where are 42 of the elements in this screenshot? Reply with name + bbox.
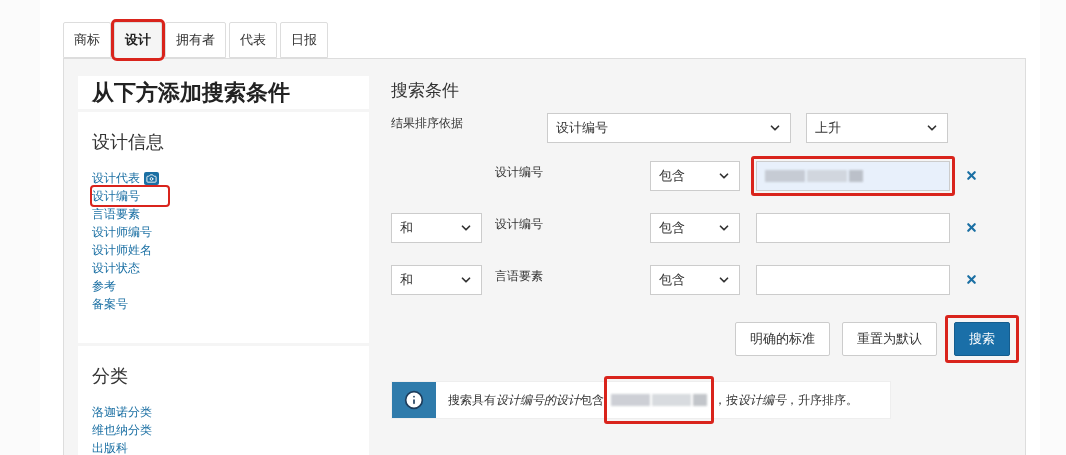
tab[interactable]: 拥有者: [165, 22, 226, 58]
value-field[interactable]: [756, 264, 950, 295]
field-label: 设计编号: [495, 163, 544, 181]
sort-order-select[interactable]: 上升: [806, 112, 948, 143]
sort-field-select[interactable]: 设计编号: [547, 112, 791, 143]
camera-icon: [144, 171, 159, 185]
operator-select[interactable]: 包含: [650, 212, 740, 243]
sort-label: 结果排序依据: [391, 114, 464, 132]
tab[interactable]: 设计: [114, 22, 162, 58]
search-button[interactable]: 搜索: [954, 321, 1010, 356]
section-title: 分类: [92, 364, 129, 388]
remove-icon[interactable]: [965, 169, 978, 182]
operator-select[interactable]: 包含: [650, 160, 740, 191]
sidebar-link[interactable]: 维也纳分类: [92, 421, 152, 439]
remove-icon[interactable]: [965, 221, 978, 234]
action-button[interactable]: 明确的标准: [735, 321, 830, 356]
operator-select[interactable]: 包含: [650, 264, 740, 295]
field-label: 言语要素: [495, 267, 544, 285]
criteria-heading: 搜索条件: [391, 79, 460, 102]
sidebar-link[interactable]: 设计状态: [92, 259, 140, 277]
conjunction-select[interactable]: 和: [391, 212, 482, 243]
info-text: ，按设计编号，升序排序。: [714, 391, 858, 409]
tab[interactable]: 商标: [63, 22, 111, 58]
sidebar-link[interactable]: 设计师姓名: [92, 241, 152, 259]
conjunction-select[interactable]: 和: [391, 264, 482, 295]
section-title: 设计信息: [92, 130, 165, 154]
sidebar-link[interactable]: 出版科: [92, 439, 128, 455]
value-field[interactable]: [756, 212, 950, 243]
sidebar-link[interactable]: 言语要素: [92, 205, 140, 223]
info-text: 搜索具有设计编号的设计包含: [448, 391, 604, 409]
sidebar-link[interactable]: 备案号: [92, 295, 128, 313]
sidebar-link[interactable]: 参考: [92, 277, 116, 295]
action-button[interactable]: 重置为默认: [842, 321, 937, 356]
remove-icon[interactable]: [965, 273, 978, 286]
sidebar-header: 从下方添加搜索条件: [78, 76, 369, 109]
field-label: 设计编号: [495, 215, 544, 233]
sidebar-link[interactable]: 设计代表: [92, 169, 140, 187]
tab[interactable]: 日报: [280, 22, 328, 58]
tab[interactable]: 代表: [229, 22, 277, 58]
sidebar-link[interactable]: 设计师编号: [92, 223, 152, 241]
sidebar-link[interactable]: 设计编号: [92, 187, 168, 205]
sidebar-link[interactable]: 洛迦诺分类: [92, 403, 152, 421]
